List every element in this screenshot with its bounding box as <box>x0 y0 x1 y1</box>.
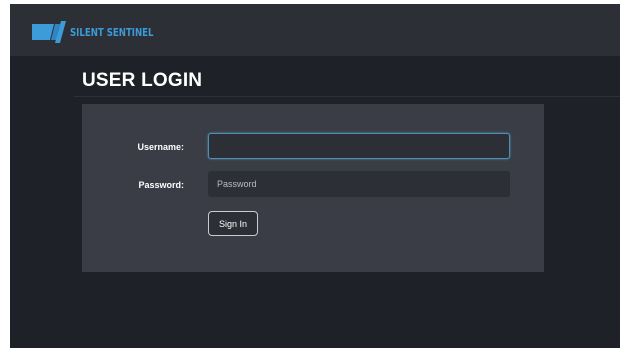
app-window: SILENT SENTINEL USER LOGIN Username: Pas… <box>10 4 620 348</box>
password-label: Password: <box>138 180 184 190</box>
sign-in-button[interactable]: Sign In <box>208 211 258 236</box>
brand-logo[interactable]: SILENT SENTINEL <box>32 21 177 43</box>
username-label: Username: <box>137 142 184 152</box>
password-field[interactable] <box>208 171 510 197</box>
silent-sentinel-logo-icon <box>32 21 66 43</box>
login-panel: Username: Password: Sign In <box>82 104 544 272</box>
title-divider <box>74 96 620 97</box>
page-title: USER LOGIN <box>82 70 203 91</box>
username-field[interactable] <box>208 133 510 159</box>
top-navbar: SILENT SENTINEL <box>10 4 620 56</box>
brand-name: SILENT SENTINEL <box>70 25 154 39</box>
